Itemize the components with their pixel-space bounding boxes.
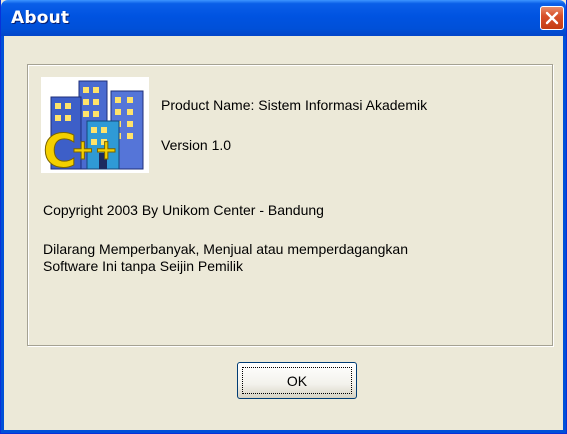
close-icon	[545, 11, 559, 25]
ok-button[interactable]: OK	[237, 362, 357, 399]
window-border-left	[1, 36, 4, 433]
warning-text-line1: Dilarang Memperbanyak, Menjual atau memp…	[43, 241, 408, 257]
window-title: About	[11, 8, 70, 28]
version-text: Version 1.0	[161, 137, 232, 153]
window-border-right	[563, 36, 566, 433]
cpp-buildings-icon: C ++	[41, 77, 149, 173]
ok-button-label: OK	[242, 367, 352, 394]
svg-text:++: ++	[71, 133, 118, 166]
title-bar[interactable]: About	[1, 0, 566, 36]
product-name-text: Product Name: Sistem Informasi Akademik	[161, 97, 428, 113]
close-button[interactable]	[540, 6, 564, 30]
warning-text-line2: Software Ini tanpa Seijin Pemilik	[43, 258, 243, 274]
about-dialog: About C ++ Product Name: Sistem Informas…	[0, 0, 567, 434]
window-border-bottom	[1, 430, 566, 433]
copyright-text: Copyright 2003 By Unikom Center - Bandun…	[43, 202, 324, 218]
